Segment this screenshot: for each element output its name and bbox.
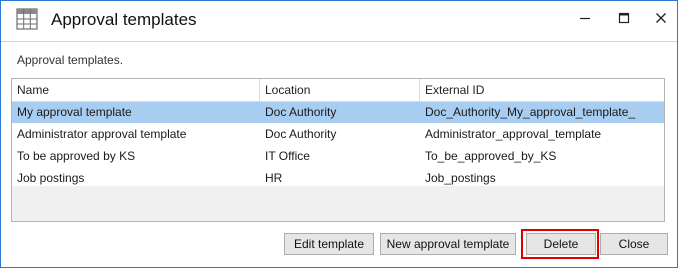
new-approval-template-button[interactable]: New approval template [380, 233, 516, 255]
dialog-description: Approval templates. [17, 53, 124, 67]
minimize-icon [579, 12, 591, 27]
title-bar[interactable]: Approval templates [1, 1, 677, 39]
edit-template-button[interactable]: Edit template [284, 233, 374, 255]
approval-templates-grid[interactable]: Name Location External ID My approval te… [11, 78, 665, 222]
grid-empty-area [12, 186, 664, 221]
maximize-button[interactable] [606, 1, 642, 37]
cell-external-id: To_be_approved_by_KS [425, 149, 557, 163]
table-row[interactable]: My approval template Doc Authority Doc_A… [12, 102, 664, 124]
column-header-name[interactable]: Name [12, 79, 260, 101]
column-header-location[interactable]: Location [260, 79, 420, 101]
column-header-external-id[interactable]: External ID [420, 79, 664, 101]
close-button[interactable]: Close [600, 233, 668, 255]
cell-name: My approval template [17, 105, 132, 119]
cell-name: To be approved by KS [17, 149, 136, 163]
window-close-button[interactable] [643, 1, 678, 37]
cell-location: Doc Authority [265, 127, 337, 141]
cell-location: IT Office [265, 149, 310, 163]
grid-body: My approval template Doc Authority Doc_A… [12, 102, 664, 190]
cell-external-id: Doc_Authority_My_approval_template_ [425, 105, 636, 119]
table-row[interactable]: To be approved by KS IT Office To_be_app… [12, 146, 664, 168]
table-grid-icon [15, 7, 39, 31]
delete-button[interactable]: Delete [526, 233, 596, 255]
dialog-title: Approval templates [51, 10, 197, 29]
close-icon [655, 12, 667, 27]
minimize-button[interactable] [567, 1, 603, 37]
cell-location: Doc Authority [265, 105, 337, 119]
maximize-icon [618, 12, 630, 27]
approval-templates-dialog: Approval templates Approval templates. N… [0, 0, 678, 268]
cell-name: Administrator approval template [17, 127, 187, 141]
table-row[interactable]: Administrator approval template Doc Auth… [12, 124, 664, 146]
title-divider [1, 41, 677, 42]
grid-header: Name Location External ID [12, 79, 664, 102]
cell-external-id: Administrator_approval_template [425, 127, 602, 141]
